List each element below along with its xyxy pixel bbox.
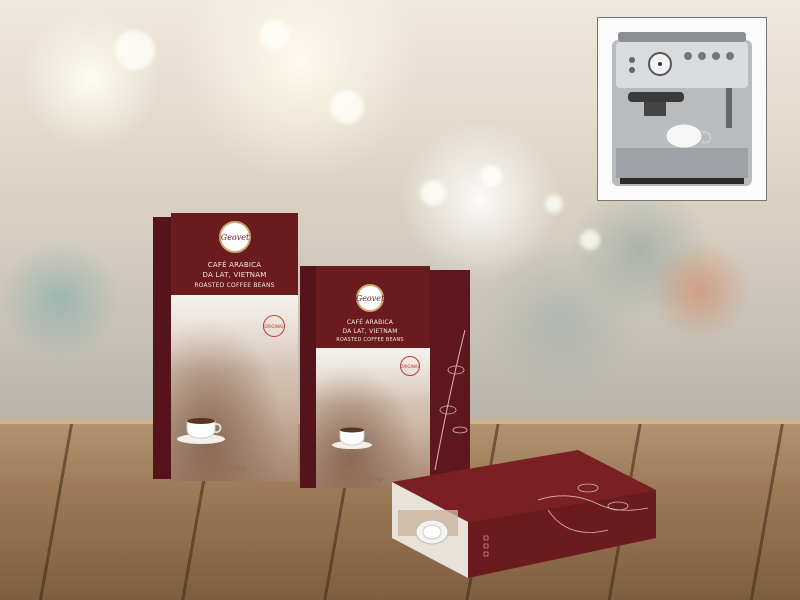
bokeh-light <box>115 30 155 70</box>
bokeh-light <box>260 20 290 50</box>
product-name: CAFÉ ARABICA <box>346 319 394 326</box>
large-coffee-box: Geovet CAFÉ ARABICA DA LAT, VIETNAM ROAS… <box>171 213 298 481</box>
brand-logo: Geovet <box>356 284 384 312</box>
product-type: ROASTED COFFEE BEANS <box>194 282 275 289</box>
product-type: ROASTED COFFEE BEANS <box>336 337 404 343</box>
bokeh-light <box>545 195 563 213</box>
espresso-machine-icon <box>612 32 752 186</box>
bokeh-light <box>480 165 502 187</box>
weight-label: 500gr <box>229 465 247 472</box>
large-box-side <box>153 217 171 479</box>
lying-coffee-box <box>392 450 656 578</box>
coffee-cup-icon <box>332 427 372 449</box>
coffee-hills-image: ORIGINAL 500gr <box>171 295 298 481</box>
espresso-machine-inset <box>597 17 767 201</box>
bokeh-light <box>330 90 364 124</box>
product-origin: DA LAT, VIETNAM <box>202 271 267 279</box>
brand-logo: Geovet <box>219 221 251 253</box>
product-origin: DA LAT, VIETNAM <box>342 328 398 335</box>
weight-label: 250gr <box>366 476 384 483</box>
product-name: CAFÉ ARABICA <box>207 261 262 269</box>
original-stamp: ORIGINAL <box>400 356 420 376</box>
bokeh-light <box>580 230 600 250</box>
original-stamp: ORIGINAL <box>263 315 285 337</box>
medium-box-side <box>300 266 316 488</box>
coffee-cup-icon <box>177 418 225 444</box>
bokeh-light <box>420 180 446 206</box>
